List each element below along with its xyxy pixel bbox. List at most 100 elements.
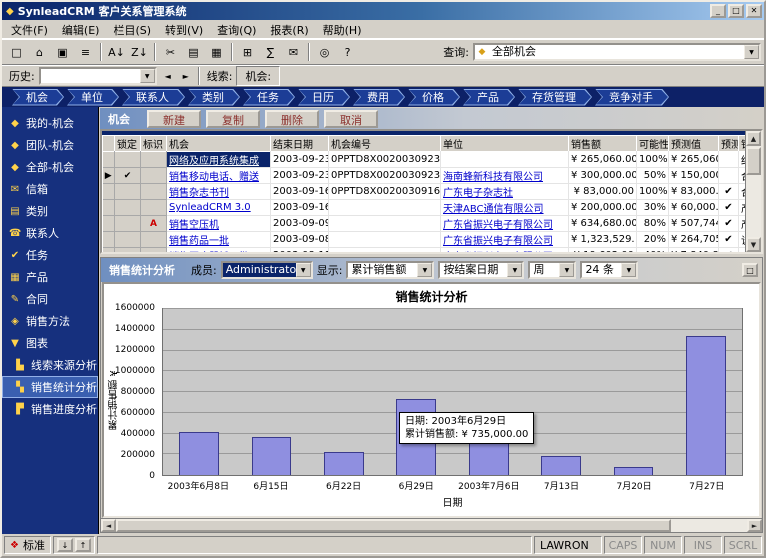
menu-item-2[interactable]: 编辑(E) — [55, 20, 107, 40]
sidebar-item-6[interactable]: ☎联系人 — [2, 222, 98, 244]
scroll-up-button[interactable]: ▲ — [746, 131, 761, 146]
status-down-button[interactable]: ↓ — [57, 538, 73, 552]
maximize-button[interactable]: □ — [728, 4, 744, 18]
tab-item-2[interactable]: 单位 — [67, 89, 119, 106]
menu-item-1[interactable]: 文件(F) — [4, 20, 55, 40]
sort-descending-icon[interactable]: Z↓ — [128, 42, 151, 62]
bar[interactable] — [252, 437, 292, 475]
copy-button[interactable]: 复制 — [206, 110, 260, 128]
new-button[interactable]: 新建 — [147, 110, 201, 128]
column-header-3[interactable]: 标识 — [141, 136, 167, 152]
status-up-button[interactable]: ↑ — [75, 538, 91, 552]
mail-icon[interactable]: ✉ — [282, 42, 305, 62]
table-row[interactable]: 销售药品一批2003-09-08广东省振兴电子有限公司¥ 1,323,529.2… — [103, 232, 746, 248]
display-combo[interactable]: 累计销售额▼ — [346, 261, 434, 279]
cancel-button[interactable]: 取消 — [324, 110, 378, 128]
bar[interactable] — [179, 432, 219, 475]
company-link[interactable]: 广东电子杂志社 — [443, 188, 513, 199]
scroll-right-button[interactable]: ► — [747, 519, 762, 532]
save-icon[interactable]: ▣ — [51, 42, 74, 62]
chart-maximize-button[interactable]: □ — [742, 263, 758, 277]
menu-item-3[interactable]: 栏目(S) — [106, 20, 158, 40]
table-row[interactable]: A销售空压机2003-09-09广东省振兴电子有限公司¥ 634,680.008… — [103, 216, 746, 232]
tab-item-8[interactable]: 价格 — [408, 89, 460, 106]
date-basis-combo[interactable]: 按结案日期▼ — [438, 261, 524, 279]
column-header-10[interactable]: 预测值 — [669, 136, 719, 152]
table-row[interactable]: 销售杂志书刊2003-09-160PPTD8X0020030916001广东电子… — [103, 184, 746, 200]
sidebar-item-1[interactable]: ◆我的-机会 — [2, 112, 98, 134]
company-link[interactable]: 广东省振兴电子有限公司 — [443, 236, 553, 247]
sidebar-item-11[interactable]: ▼图表 — [2, 332, 98, 354]
opportunity-link[interactable]: 网络及应用系统集成 — [169, 156, 259, 167]
scrollbar-track[interactable] — [116, 519, 747, 532]
history-combo[interactable]: ▼ — [39, 67, 157, 85]
column-header-4[interactable]: 机会 — [167, 136, 271, 152]
table-icon[interactable]: ⊞ — [236, 42, 259, 62]
dropdown-arrow-icon[interactable]: ▼ — [296, 263, 311, 277]
sidebar-item-12[interactable]: ▙线索来源分析 — [2, 354, 98, 376]
bar[interactable] — [541, 456, 581, 475]
query-combo[interactable]: ◆ 全部机会 ▼ — [473, 43, 761, 61]
sidebar-item-5[interactable]: ▤类别 — [2, 200, 98, 222]
column-header-8[interactable]: 销售额 — [569, 136, 637, 152]
column-header-7[interactable]: 单位 — [441, 136, 569, 152]
bar[interactable] — [324, 452, 364, 475]
table-vertical-scrollbar[interactable]: ▲ ▼ — [745, 131, 761, 252]
menu-item-4[interactable]: 转到(V) — [158, 20, 210, 40]
paste-icon[interactable]: ▦ — [205, 42, 228, 62]
tab-item-4[interactable]: 类别 — [188, 89, 240, 106]
tab-item-9[interactable]: 产品 — [463, 89, 515, 106]
dropdown-arrow-icon[interactable]: ▼ — [621, 263, 636, 277]
dropdown-arrow-icon[interactable]: ▼ — [417, 263, 432, 277]
count-combo[interactable]: 24 条▼ — [580, 261, 638, 279]
sidebar-item-9[interactable]: ✎合同 — [2, 288, 98, 310]
tab-item-7[interactable]: 费用 — [353, 89, 405, 106]
table-row[interactable]: 销售医疗器械一批2003-08-11广东省振兴电子有限公司¥ 19,602.00… — [103, 248, 746, 253]
scrollbar-track[interactable] — [746, 175, 761, 237]
period-combo[interactable]: 周▼ — [528, 261, 576, 279]
sidebar-item-2[interactable]: ◆团队-机会 — [2, 134, 98, 156]
bar[interactable] — [686, 336, 726, 475]
dropdown-arrow-icon[interactable]: ▼ — [507, 263, 522, 277]
menu-item-6[interactable]: 报表(R) — [263, 20, 315, 40]
sidebar-item-4[interactable]: ✉信箱 — [2, 178, 98, 200]
company-link[interactable]: 天津ABC通信有限公司 — [443, 204, 544, 215]
help-icon[interactable]: ? — [336, 42, 359, 62]
minimize-button[interactable]: _ — [710, 4, 726, 18]
sidebar-item-10[interactable]: ◈销售方法 — [2, 310, 98, 332]
delete-button[interactable]: 删除 — [265, 110, 319, 128]
column-header-11[interactable]: 预测 — [719, 136, 739, 152]
calculator-icon[interactable]: ∑ — [259, 42, 282, 62]
sidebar-item-3[interactable]: ◆全部-机会 — [2, 156, 98, 178]
sidebar-item-7[interactable]: ✔任务 — [2, 244, 98, 266]
dropdown-arrow-icon[interactable]: ▼ — [559, 263, 574, 277]
sort-ascending-icon[interactable]: A↓ — [105, 42, 128, 62]
tab-item-10[interactable]: 存货管理 — [518, 89, 592, 106]
scroll-left-button[interactable]: ◄ — [101, 519, 116, 532]
opportunity-link[interactable]: 销售空压机 — [169, 220, 219, 231]
dropdown-arrow-icon[interactable]: ▼ — [140, 69, 155, 83]
cut-icon[interactable]: ✂ — [159, 42, 182, 62]
table-row[interactable]: 网络及应用系统集成2003-09-230PPTD8X0020030923001¥… — [103, 152, 746, 168]
opportunity-link[interactable]: 销售药品一批 — [169, 236, 229, 247]
tab-item-1[interactable]: 机会 — [12, 89, 64, 106]
scroll-down-button[interactable]: ▼ — [746, 237, 761, 252]
sidebar-item-8[interactable]: ▦产品 — [2, 266, 98, 288]
dropdown-arrow-icon[interactable]: ▼ — [744, 45, 759, 59]
open-folder-icon[interactable]: ⌂ — [28, 42, 51, 62]
history-forward-button[interactable]: ► — [177, 68, 195, 85]
company-link[interactable]: 广东省振兴电子有限公司 — [443, 220, 553, 231]
menu-item-5[interactable]: 查询(Q) — [210, 20, 263, 40]
member-combo[interactable]: Administrator ▼ — [221, 261, 313, 279]
table-row[interactable]: ▶✔销售移动电话、赠送2003-09-230PPTD8X002003092300… — [103, 168, 746, 184]
chart-horizontal-scrollbar[interactable]: ◄ ► — [101, 518, 762, 532]
column-header-9[interactable]: 可能性 — [637, 136, 669, 152]
column-header-2[interactable]: 锁定 — [115, 136, 141, 152]
scrollbar-thumb[interactable] — [116, 519, 671, 532]
tab-item-3[interactable]: 联系人 — [122, 89, 185, 106]
column-header-1[interactable] — [103, 136, 115, 152]
column-header-5[interactable]: 结束日期 — [271, 136, 329, 152]
new-icon[interactable]: □ — [5, 42, 28, 62]
opportunity-link[interactable]: SynleadCRM 3.0 — [169, 202, 251, 213]
tab-item-6[interactable]: 日历 — [298, 89, 350, 106]
